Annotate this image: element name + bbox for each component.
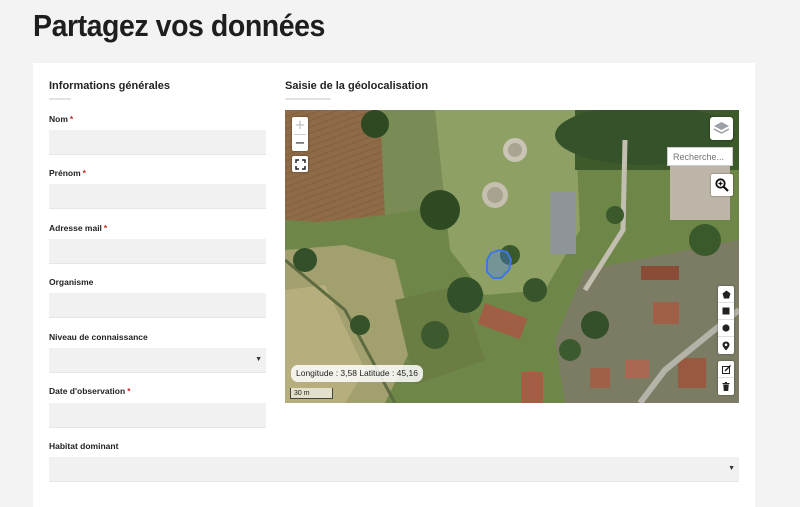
nom-input[interactable] bbox=[49, 130, 266, 155]
zoom-out-button[interactable]: − bbox=[292, 135, 308, 152]
page-title: Partagez vos données bbox=[33, 8, 325, 43]
map-search-input[interactable] bbox=[667, 147, 733, 166]
marker-icon bbox=[722, 341, 730, 350]
satellite-map[interactable]: + − Recherche... Longitude: 3,58 Latitu… bbox=[285, 110, 739, 403]
nom-label: Nom * bbox=[49, 114, 74, 124]
trash-icon bbox=[722, 382, 730, 391]
coordinates-readout: Longitude : 3,58 Latitude : 45,16 bbox=[291, 365, 423, 382]
circle-icon bbox=[722, 324, 730, 332]
prenom-input[interactable] bbox=[49, 184, 266, 209]
polygon-icon bbox=[722, 290, 730, 298]
niveau-label: Niveau de connaissance bbox=[49, 332, 148, 342]
prenom-label: Prénom * bbox=[49, 168, 86, 178]
layers-button[interactable] bbox=[710, 117, 733, 140]
date-label: Date d'observation * bbox=[49, 386, 131, 396]
organisme-input[interactable] bbox=[49, 293, 266, 318]
map-search-button[interactable] bbox=[711, 174, 733, 196]
organisme-label: Organisme bbox=[49, 277, 94, 287]
niveau-select[interactable]: ▼ bbox=[49, 348, 266, 373]
date-input[interactable] bbox=[49, 403, 266, 428]
habitat-select[interactable]: ▼ bbox=[49, 457, 739, 482]
rectangle-icon bbox=[722, 307, 730, 315]
caret-down-icon: ▼ bbox=[255, 356, 262, 363]
fullscreen-button[interactable] bbox=[292, 156, 308, 172]
draw-polygon-button[interactable] bbox=[718, 286, 734, 303]
zoom-search-icon bbox=[715, 178, 729, 192]
caret-down-icon: ▼ bbox=[728, 465, 735, 472]
scale-bar: 30 m bbox=[290, 388, 333, 399]
email-label: Adresse mail * bbox=[49, 223, 108, 233]
layers-icon bbox=[713, 122, 730, 134]
geolocation-title: Saisie de la géolocalisation bbox=[285, 80, 429, 92]
draw-marker-button[interactable] bbox=[718, 337, 734, 354]
geolocation-underline bbox=[285, 98, 331, 100]
zoom-control: + − bbox=[292, 117, 308, 151]
draw-rectangle-button[interactable] bbox=[718, 303, 734, 320]
form-card: Informations générales Nom * Prénom * Adre… bbox=[33, 63, 755, 507]
fullscreen-icon bbox=[294, 158, 306, 170]
delete-layers-button[interactable] bbox=[718, 378, 734, 395]
draw-toolbar bbox=[718, 286, 734, 354]
edit-toolbar bbox=[718, 361, 734, 395]
zoom-in-button[interactable]: + bbox=[292, 117, 308, 134]
general-info-title: Informations générales bbox=[49, 80, 171, 92]
draw-circle-button[interactable] bbox=[718, 320, 734, 337]
edit-icon bbox=[721, 364, 731, 374]
email-input[interactable] bbox=[49, 239, 266, 264]
edit-layers-button[interactable] bbox=[718, 361, 734, 378]
habitat-label: Habitat dominant bbox=[49, 441, 119, 451]
